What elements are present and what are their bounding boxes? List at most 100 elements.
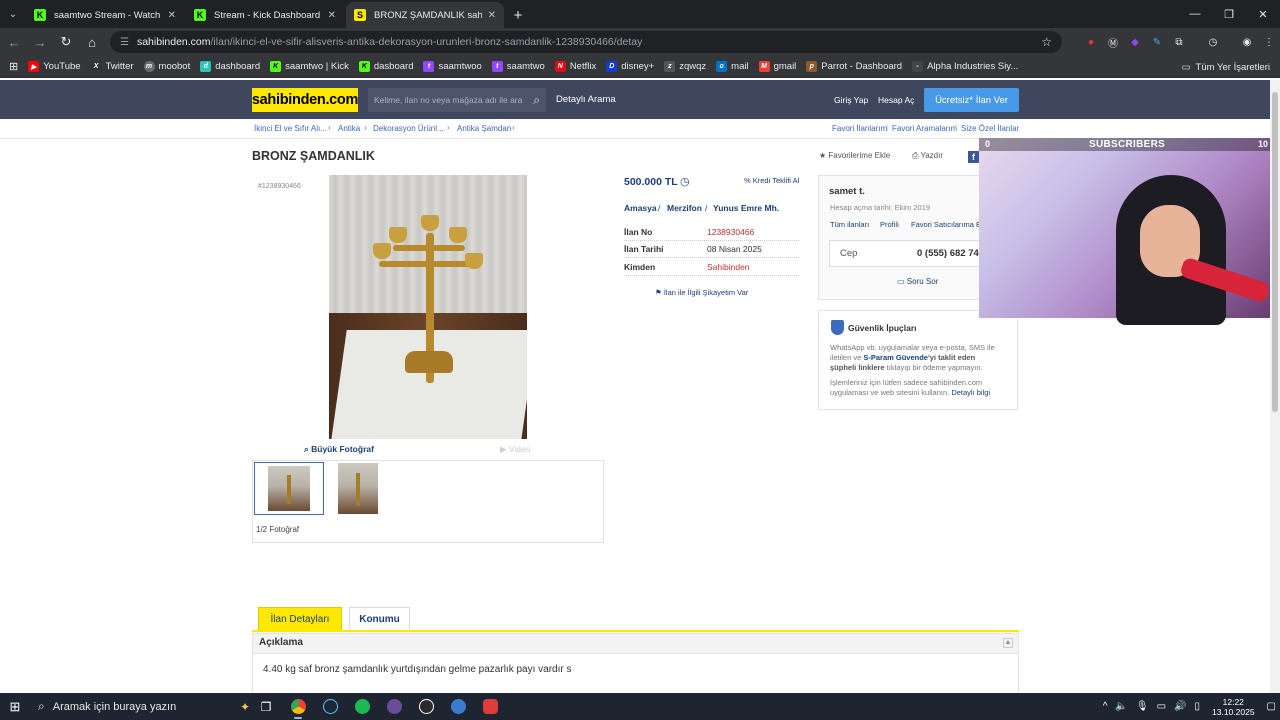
detailed-search-link[interactable]: Detaylı Arama	[556, 94, 616, 105]
extensions-puzzle-icon[interactable]: ⧉	[1168, 31, 1190, 53]
chart-app-taskbar-icon[interactable]	[410, 693, 442, 720]
bookmark-saamtwo[interactable]: t saamtwo	[487, 61, 550, 72]
main-photo[interactable]	[329, 175, 527, 439]
close-tab-icon[interactable]: ✕	[328, 10, 336, 21]
seller-all-listings-link[interactable]: Tüm ilanları	[830, 220, 869, 229]
tab-listing-details[interactable]: İlan Detayları	[258, 607, 342, 631]
search-input[interactable]	[374, 95, 524, 105]
home-icon[interactable]: ⌂	[80, 30, 104, 54]
big-photo-button[interactable]: ⌕ Büyük Fotoğraf	[304, 444, 374, 455]
login-link[interactable]: Giriş Yap	[834, 95, 868, 105]
close-tab-icon[interactable]: ✕	[168, 10, 176, 21]
site-info-icon[interactable]: ☰	[120, 37, 129, 48]
bookmark-alpha[interactable]: - Alpha Industries Siy...	[907, 61, 1023, 72]
browser-tab-3-active[interactable]: S BRONZ ŞAMDANLIK sahibinden ✕	[346, 2, 504, 28]
s-param-link[interactable]: S-Param Güvende	[863, 353, 928, 362]
extension-twitch-icon[interactable]: ◆	[1124, 31, 1146, 53]
tab-location[interactable]: Konumu	[349, 607, 410, 631]
tab-search-icon[interactable]: ⌄	[0, 0, 26, 28]
taskbar-search[interactable]: ⌕ Aramak için buraya yazın ✦	[30, 693, 250, 720]
apps-grid-icon[interactable]: ⊞	[4, 60, 23, 73]
video-button[interactable]: ▶ Video	[500, 444, 531, 455]
complaint-link[interactable]: ⚑ İlan ile İlgili Şikayetim Var	[655, 288, 748, 297]
add-favorite-button[interactable]: ★ Favorilerime Ekle	[819, 151, 890, 160]
post-ad-button[interactable]: Ücretsiz* İlan Ver	[924, 88, 1019, 112]
bookmark-netflix[interactable]: N Netflix	[550, 61, 601, 72]
bookmark-youtube[interactable]: ▶ YouTube	[23, 61, 85, 72]
phone-number[interactable]: 0 (555) 682 74	[917, 248, 979, 259]
bookmark-mail[interactable]: o mail	[711, 61, 753, 72]
chevron-up-icon[interactable]: ^	[1099, 701, 1112, 712]
bookmark-dasboard[interactable]: Kdasboard	[354, 61, 419, 72]
collapse-icon[interactable]: ▲	[1003, 638, 1013, 648]
back-icon[interactable]: ←	[2, 30, 26, 54]
minimize-icon[interactable]: —	[1178, 0, 1212, 28]
location-neighborhood[interactable]: Yunus Emre Mh.	[713, 203, 779, 213]
page-scrollbar[interactable]	[1270, 80, 1280, 693]
history-icon[interactable]: ◷	[1202, 31, 1224, 53]
forward-icon[interactable]: →	[28, 30, 52, 54]
price-history-icon[interactable]: ◷	[680, 175, 690, 188]
microphone-icon[interactable]: 🎙	[1132, 701, 1153, 712]
restore-icon[interactable]: ❐	[1212, 0, 1246, 28]
bookmark-gmail[interactable]: Mgmail	[754, 61, 802, 72]
thumbnail-2[interactable]	[338, 463, 378, 514]
seller-profile-link[interactable]: Profili	[880, 220, 899, 229]
windows-start-icon[interactable]: ⊞	[0, 693, 30, 720]
credit-offer-link[interactable]: % Kredi Teklifi Al	[744, 176, 799, 185]
bookmark-disney[interactable]: Ddisney+	[601, 61, 659, 72]
search-icon[interactable]: ⌕	[533, 93, 540, 108]
bookmark-kick[interactable]: Ksaamtwo | Kick	[265, 61, 354, 72]
url-field[interactable]: ☰ sahibinden.com /ilan/ikinci-el-ve-sifi…	[110, 31, 1062, 53]
extension-red-icon[interactable]: ●	[1080, 31, 1102, 53]
facebook-share-icon[interactable]: f	[968, 151, 979, 163]
spotify-taskbar-icon[interactable]	[346, 693, 378, 720]
task-view-icon[interactable]: ❐	[250, 693, 282, 720]
favorite-seller-link[interactable]: Favori Satıcılarıma E	[911, 220, 981, 229]
breadcrumb-item[interactable]: Dekorasyon Ürünl...	[373, 124, 444, 133]
all-bookmarks-button[interactable]: ▭ Tüm Yer İşaretleri	[1182, 56, 1270, 78]
ask-question-button[interactable]: ▭ Soru Sor	[897, 277, 938, 286]
close-tab-icon[interactable]: ✕	[488, 10, 496, 21]
close-window-icon[interactable]: ✕	[1246, 0, 1280, 28]
scrollbar-thumb[interactable]	[1272, 92, 1278, 412]
site-search[interactable]: ⌕	[368, 88, 546, 112]
extension-translate-icon[interactable]: ✎	[1146, 31, 1168, 53]
breadcrumb-item[interactable]: Antika	[338, 124, 360, 133]
notification-icon[interactable]: ▢	[1263, 701, 1280, 712]
favorite-listings-link[interactable]: Favori İlanlarım	[832, 124, 887, 133]
browser-menu-icon[interactable]: ⋮	[1258, 31, 1280, 53]
bookmark-parrot[interactable]: p Parrot - Dashboard	[801, 61, 907, 72]
register-link[interactable]: Hesap Aç	[878, 95, 914, 105]
bookmark-saamtwoo[interactable]: t saamtwoo	[418, 61, 486, 72]
steam-taskbar-icon[interactable]	[314, 693, 346, 720]
thumbnail-1[interactable]	[254, 462, 324, 515]
volume-icon[interactable]: 🔊	[1170, 701, 1190, 712]
extension-m-icon[interactable]: Ⓜ	[1102, 31, 1124, 53]
bookmark-star-icon[interactable]: ☆	[1041, 35, 1052, 49]
red-app-taskbar-icon[interactable]	[474, 693, 506, 720]
location-city[interactable]: Amasya	[624, 203, 657, 213]
print-button[interactable]: ⎙ Yazdır	[912, 151, 943, 161]
bookmark-dashboard[interactable]: d dashboard	[195, 61, 265, 72]
obs-taskbar-icon[interactable]	[378, 693, 410, 720]
special-listings-link[interactable]: Size Özel İlanlar	[961, 124, 1019, 133]
reload-icon[interactable]: ↻	[54, 30, 78, 54]
bookmark-twitter[interactable]: X Twitter	[86, 61, 139, 72]
site-logo[interactable]: sahibinden.com	[252, 88, 358, 112]
profile-avatar-icon[interactable]: ◉	[1236, 31, 1258, 53]
browser-tab-1[interactable]: K saamtwo Stream - Watch Live o ✕	[26, 2, 184, 28]
location-district[interactable]: Merzifon	[667, 203, 702, 213]
battery-icon[interactable]: ▯	[1190, 701, 1204, 712]
browser-tab-2[interactable]: K Stream - Kick Dashboard ✕	[186, 2, 344, 28]
safety-detail-link[interactable]: Detaylı bilgi	[951, 388, 990, 397]
chrome-taskbar-icon[interactable]	[282, 693, 314, 720]
favorite-searches-link[interactable]: Favori Aramalarım	[892, 124, 957, 133]
breadcrumb-item[interactable]: İkinci El ve Sıfır Alı...	[254, 124, 327, 133]
bookmark-moobot[interactable]: m moobot	[139, 61, 196, 72]
breadcrumb-item[interactable]: Antika Şamdan	[457, 124, 511, 133]
speaker-icon[interactable]: 🔈	[1111, 701, 1131, 712]
new-tab-button[interactable]: +	[506, 2, 530, 28]
network-icon[interactable]: ▭	[1153, 701, 1170, 712]
clock[interactable]: 12:22 13.10.2025	[1204, 697, 1263, 717]
